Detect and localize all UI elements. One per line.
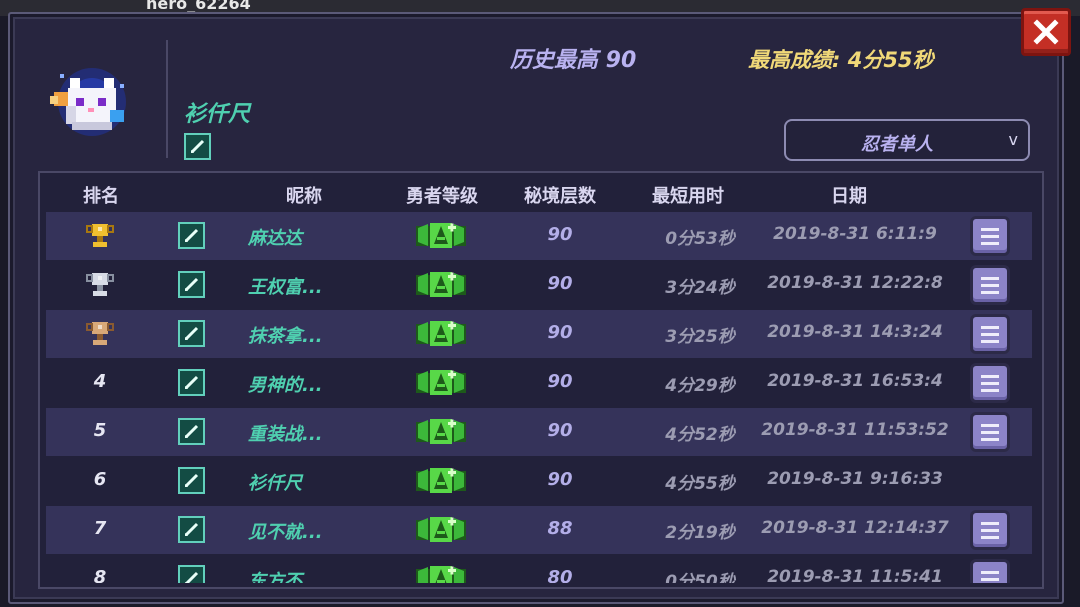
record-date: 2019-8-31 9:16:33 bbox=[767, 469, 943, 489]
hero-level-badge-icon bbox=[414, 318, 468, 352]
hero-level-badge-icon bbox=[414, 465, 468, 499]
hero-level-badge-icon bbox=[414, 220, 468, 254]
row-checkbox[interactable] bbox=[178, 369, 205, 396]
bronze-trophy-icon bbox=[84, 318, 116, 354]
checkbox-icon bbox=[178, 565, 205, 583]
best-time: 3分24秒 bbox=[665, 278, 735, 298]
table-row: 5 重装战... 90 4分52秒 2019-8-31 11:53:52 bbox=[46, 408, 1032, 456]
row-menu-button[interactable] bbox=[970, 412, 1010, 452]
best-time: 0分53秒 bbox=[665, 229, 735, 249]
row-menu-button[interactable] bbox=[970, 363, 1010, 403]
floor-count: 90 bbox=[547, 371, 573, 392]
best-time: 4分52秒 bbox=[665, 425, 735, 445]
silver-trophy-icon bbox=[84, 269, 116, 305]
row-menu-button[interactable] bbox=[970, 510, 1010, 550]
table-row: 4 男神的... 90 4分29秒 2019-8-31 16:53:4 bbox=[46, 359, 1032, 407]
player-nickname[interactable]: 麻达达 bbox=[248, 224, 302, 250]
floor-count: 90 bbox=[547, 224, 573, 245]
hero-level-badge-icon bbox=[414, 269, 468, 303]
player-nickname[interactable]: 抹茶拿... bbox=[248, 322, 323, 348]
hero-level-badge-icon bbox=[414, 514, 468, 548]
table-row: 7 见不就... 88 2分19秒 2019-8-31 12:14:37 bbox=[46, 506, 1032, 554]
record-date: 2019-8-31 11:5:41 bbox=[767, 567, 943, 583]
player-nickname[interactable]: 衫仟尺 bbox=[248, 469, 302, 495]
rank-value: 8 bbox=[93, 567, 107, 583]
floor-count: 88 bbox=[547, 518, 573, 539]
best-time: 2分19秒 bbox=[665, 523, 735, 543]
table-row: 抹茶拿... 90 3分25秒 2019-8-31 14:3:24 bbox=[46, 310, 1032, 358]
player-nickname[interactable]: 男神的... bbox=[248, 371, 323, 397]
best-time: 0分50秒 bbox=[665, 572, 735, 583]
floor-count: 90 bbox=[547, 469, 573, 490]
row-menu-button[interactable] bbox=[970, 559, 1010, 583]
player-nickname[interactable]: 重装战... bbox=[248, 420, 323, 446]
player-nickname[interactable]: 见不就... bbox=[248, 518, 323, 544]
row-checkbox[interactable] bbox=[178, 418, 205, 445]
leaderboard-rows: 麻达达 90 0分53秒 2019-8-31 6:11:9 王权富... 90 3分24秒 2… bbox=[0, 0, 1080, 583]
rank-value: 5 bbox=[93, 420, 107, 441]
record-date: 2019-8-31 14:3:24 bbox=[767, 322, 943, 342]
record-date: 2019-8-31 11:53:52 bbox=[761, 420, 949, 440]
record-date: 2019-8-31 12:14:37 bbox=[761, 518, 949, 538]
hero-level-badge-icon bbox=[414, 367, 468, 401]
player-nickname[interactable]: 王权富... bbox=[248, 273, 323, 299]
table-row: 麻达达 90 0分53秒 2019-8-31 6:11:9 bbox=[46, 212, 1032, 260]
gold-trophy-icon bbox=[84, 220, 116, 256]
best-time: 4分29秒 bbox=[665, 376, 735, 396]
rank-value: 4 bbox=[93, 371, 107, 392]
table-row: 6 衫仟尺 90 4分55秒 2019-8-31 9:16:33 bbox=[46, 457, 1032, 505]
player-nickname[interactable]: 东方不... bbox=[248, 567, 323, 583]
table-row: 王权富... 90 3分24秒 2019-8-31 12:22:8 bbox=[46, 261, 1032, 309]
row-checkbox[interactable] bbox=[178, 516, 205, 543]
floor-count: 90 bbox=[547, 273, 573, 294]
checkbox-icon bbox=[178, 516, 205, 543]
checkbox-icon bbox=[178, 418, 205, 445]
checkbox-icon bbox=[178, 222, 205, 249]
row-checkbox[interactable] bbox=[178, 222, 205, 249]
record-date: 2019-8-31 6:11:9 bbox=[773, 224, 937, 244]
checkbox-icon bbox=[178, 467, 205, 494]
row-checkbox[interactable] bbox=[178, 320, 205, 347]
row-menu-button[interactable] bbox=[970, 216, 1010, 256]
rank-value: 7 bbox=[93, 518, 107, 539]
floor-count: 90 bbox=[547, 322, 573, 343]
row-checkbox[interactable] bbox=[178, 467, 205, 494]
checkbox-icon bbox=[178, 320, 205, 347]
rank-value: 6 bbox=[93, 469, 107, 490]
table-row: 8 东方不... 80 0分50秒 2019-8-31 11:5:41 bbox=[46, 555, 1032, 583]
floor-count: 90 bbox=[547, 420, 573, 441]
hero-level-badge-icon bbox=[414, 563, 468, 583]
checkbox-icon bbox=[178, 369, 205, 396]
best-time: 4分55秒 bbox=[665, 474, 735, 494]
hero-level-badge-icon bbox=[414, 416, 468, 450]
record-date: 2019-8-31 12:22:8 bbox=[767, 273, 943, 293]
row-checkbox[interactable] bbox=[178, 271, 205, 298]
row-menu-button[interactable] bbox=[970, 265, 1010, 305]
row-checkbox[interactable] bbox=[178, 565, 205, 583]
floor-count: 80 bbox=[547, 567, 573, 583]
best-time: 3分25秒 bbox=[665, 327, 735, 347]
row-menu-button[interactable] bbox=[970, 314, 1010, 354]
record-date: 2019-8-31 16:53:4 bbox=[767, 371, 943, 391]
checkbox-icon bbox=[178, 271, 205, 298]
